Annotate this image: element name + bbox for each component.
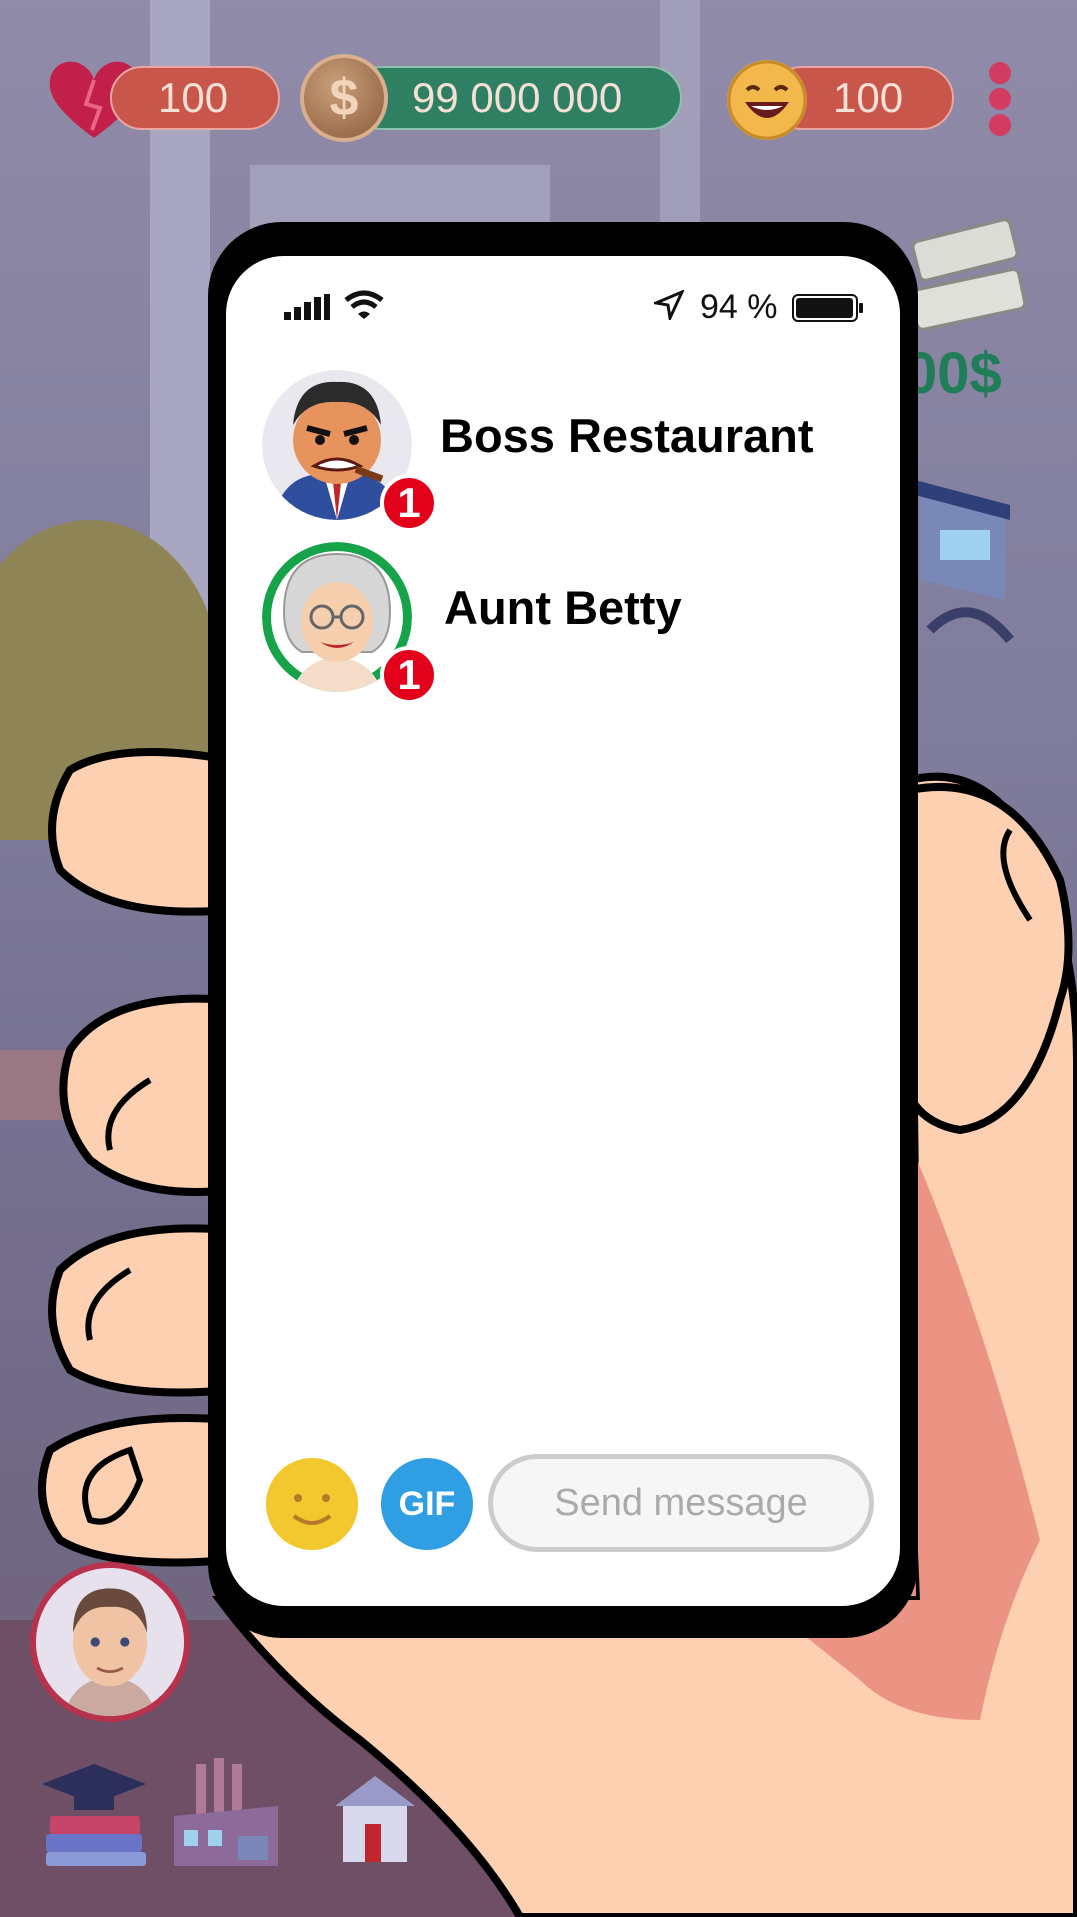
smiley-icon[interactable] bbox=[266, 1458, 358, 1550]
unread-badge: 1 bbox=[380, 474, 438, 532]
unread-badge: 1 bbox=[380, 646, 438, 704]
message-input[interactable] bbox=[488, 1454, 874, 1552]
chat-item-aunt-betty[interactable]: 1 Aunt Betty bbox=[226, 532, 900, 704]
player-avatar[interactable] bbox=[30, 1562, 190, 1722]
battery-icon bbox=[792, 294, 863, 322]
phone-screen: 94 % 1 Boss Restaurant 1 Aunt Betty GIF … bbox=[226, 256, 900, 1606]
status-bar: 94 % bbox=[226, 282, 900, 332]
signal-icon bbox=[284, 294, 330, 320]
graduation-icon[interactable] bbox=[36, 1756, 152, 1872]
location-icon bbox=[654, 290, 684, 320]
factory-icon[interactable] bbox=[168, 1756, 284, 1872]
chat-name: Boss Restaurant bbox=[440, 409, 814, 462]
house-icon[interactable] bbox=[325, 1756, 441, 1872]
message-composer: GIF bbox=[226, 1454, 900, 1558]
gif-button[interactable]: GIF bbox=[381, 1458, 473, 1550]
chat-name: Aunt Betty bbox=[444, 581, 682, 634]
chat-item-boss-restaurant[interactable]: 1 Boss Restaurant bbox=[226, 360, 900, 532]
wifi-icon bbox=[344, 290, 384, 319]
battery-percent: 94 % bbox=[700, 288, 778, 326]
